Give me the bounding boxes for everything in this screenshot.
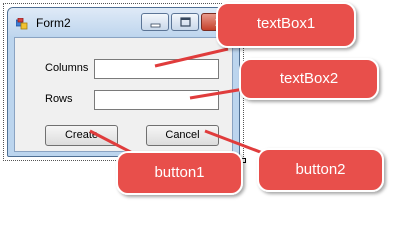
textbox1-callout-label: textBox1 [256,15,316,32]
textbox1-arrow [154,47,229,68]
button2-callout-label: button2 [295,161,346,178]
textbox2-callout-label: textBox2 [279,70,339,87]
button1-callout-label: button1 [154,164,205,181]
